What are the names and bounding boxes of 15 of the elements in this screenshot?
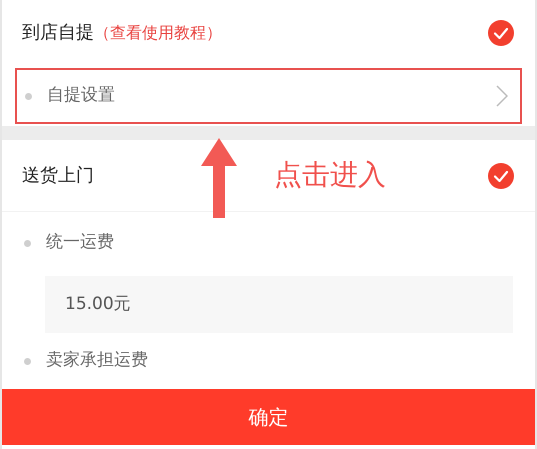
checkbox[interactable] [487,18,515,46]
bullet-icon [25,92,32,100]
tutorial-link[interactable]: （查看使用教程） [94,20,222,44]
checkbox[interactable] [487,162,515,190]
bullet-icon [24,358,31,364]
delivery-option-title: 到店自提 [22,21,94,45]
annotation-text: 点击进入 [274,158,386,192]
confirm-button[interactable]: 确定 [2,389,535,445]
setting-label: 统一运费 [46,231,114,254]
setting-label: 卖家承担运费 [46,349,148,372]
chevron-right-icon [496,85,508,107]
delivery-option-title: 送货上门 [22,164,94,188]
pickup-settings-item[interactable]: 自提设置 [15,68,522,124]
shipping-fee-field[interactable]: 15.00元 [45,276,513,333]
bullet-icon [24,240,31,246]
